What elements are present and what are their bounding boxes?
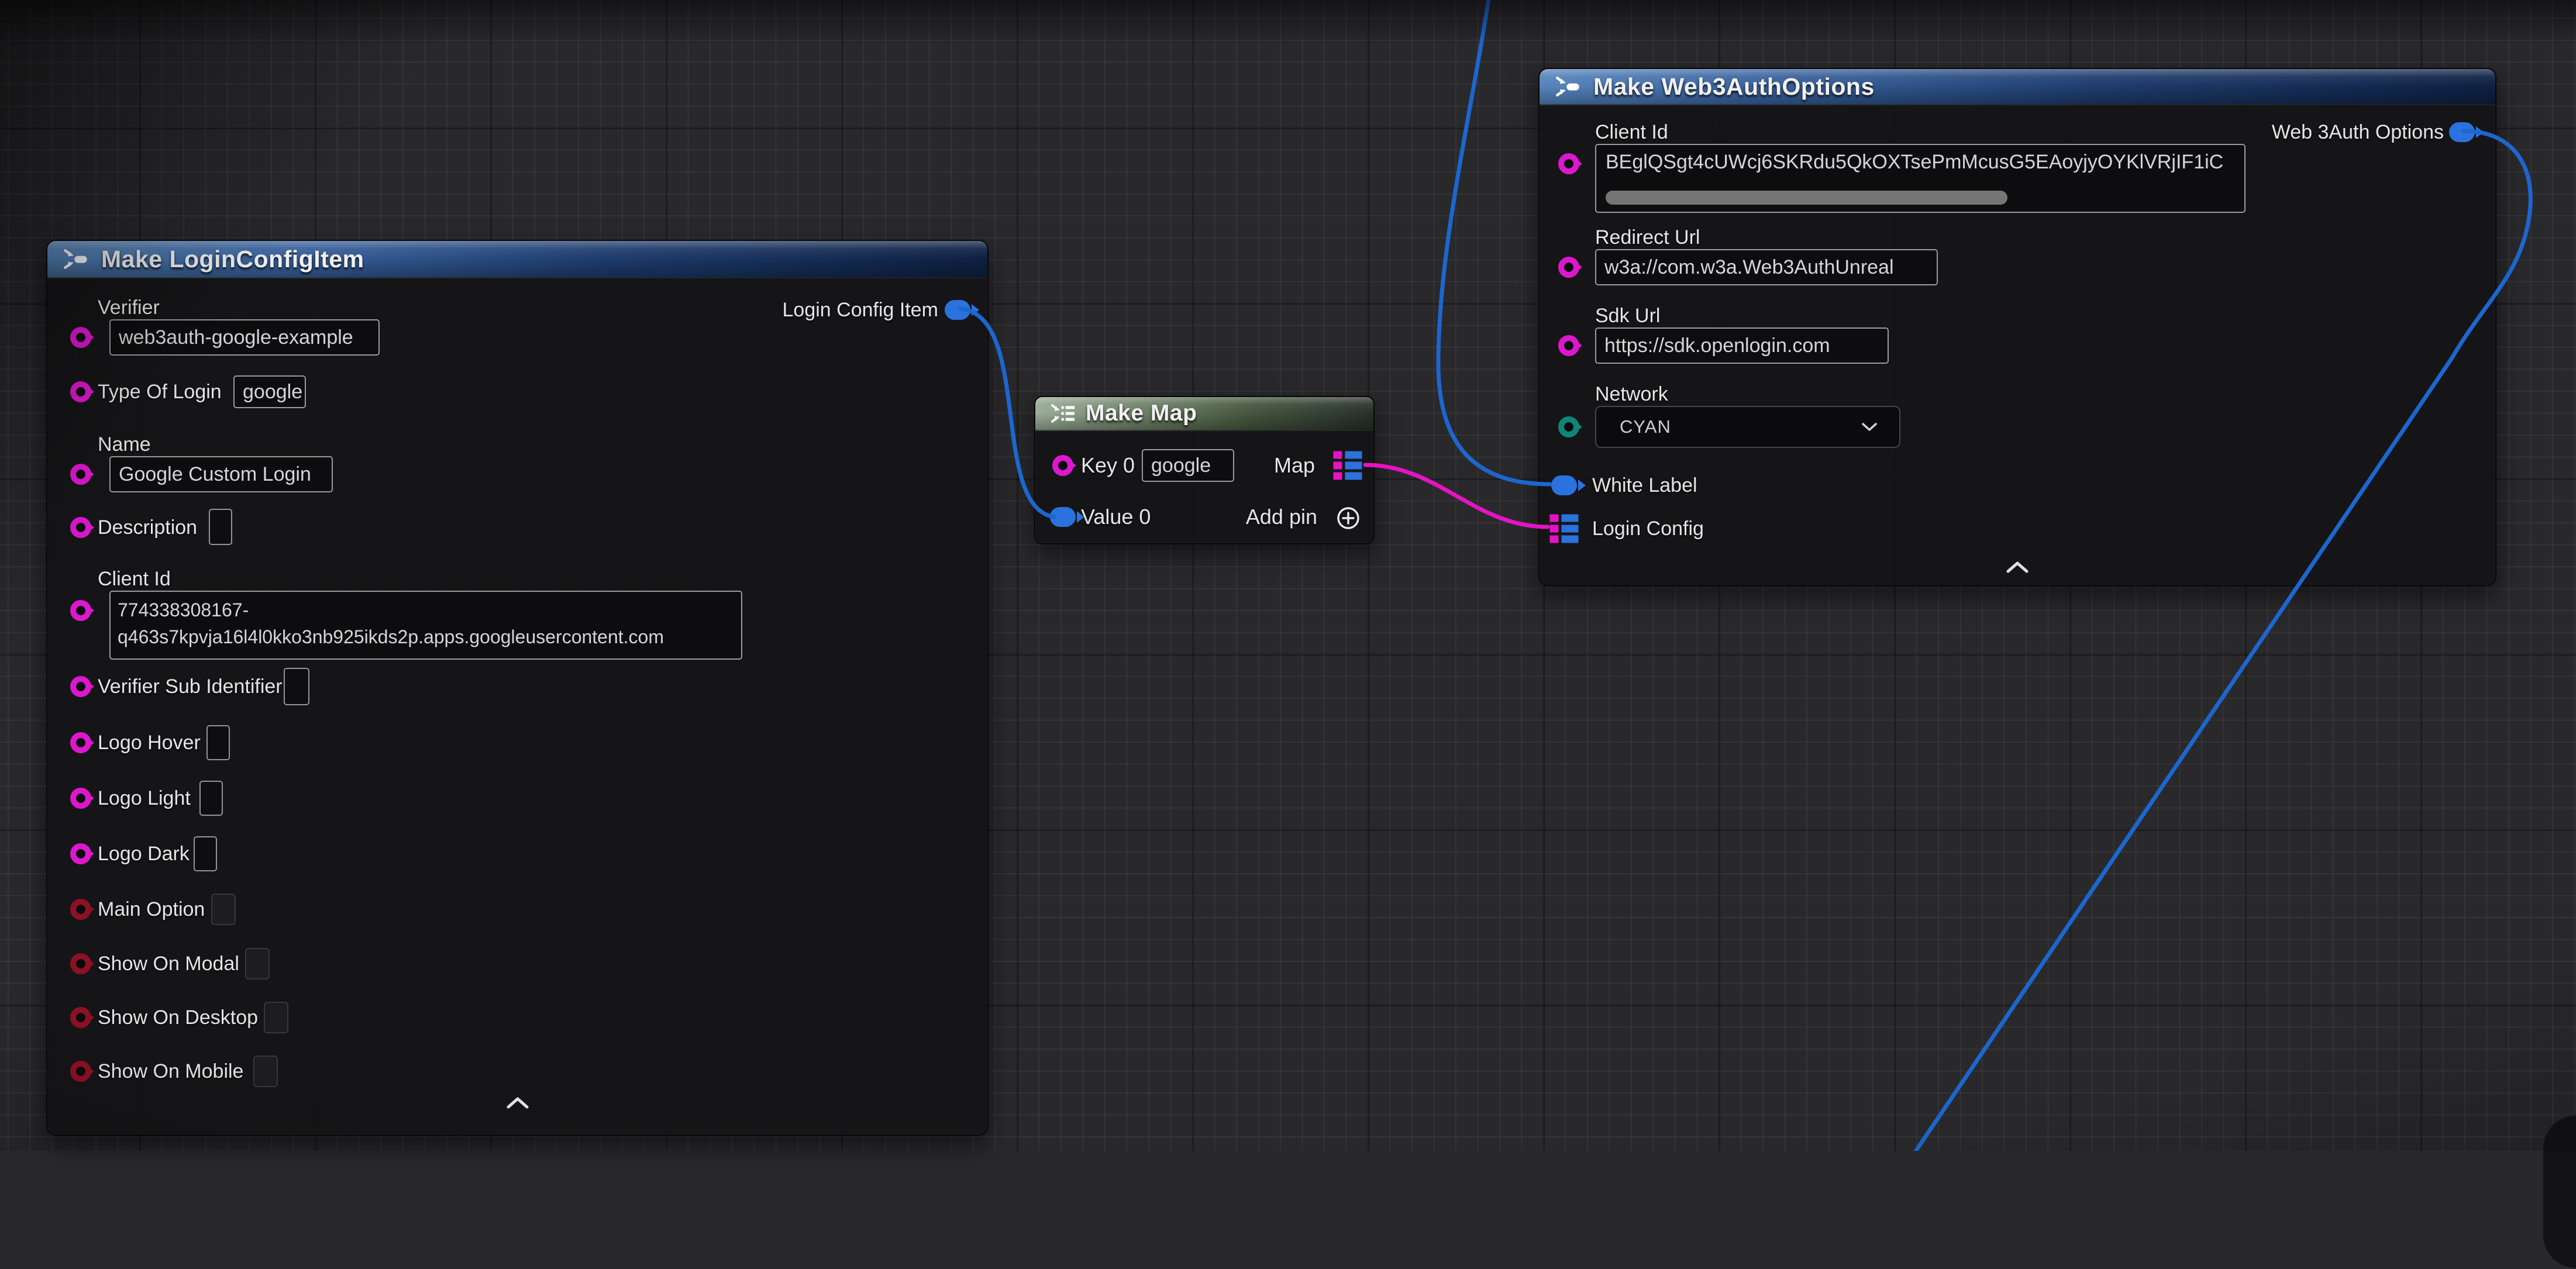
show-on-desktop-checkbox[interactable]: [264, 1002, 288, 1033]
add-pin-label: Add pin: [1246, 504, 1317, 530]
pin-label-show-on-mobile: Show On Mobile: [98, 1058, 243, 1084]
client-id-input[interactable]: 774338308167-q463s7kpvja16l4l0kko3nb925i…: [109, 591, 742, 660]
chevron-down-icon: [1861, 422, 1878, 432]
pin-label-key-0: Key 0: [1081, 453, 1135, 478]
pin-label-value-0: Value 0: [1081, 504, 1151, 530]
input-pin-network[interactable]: [1558, 416, 1579, 437]
offscreen-node-corner: [2542, 1115, 2576, 1269]
redirect-url-input[interactable]: w3a://com.w3a.Web3AuthUnreal: [1595, 249, 1938, 285]
pin-label-show-on-desktop: Show On Desktop: [98, 1005, 258, 1030]
sdk-url-input[interactable]: https://sdk.openlogin.com: [1595, 327, 1889, 364]
pin-label-logo-dark: Logo Dark: [98, 841, 190, 867]
node-make-map: Make Map Key 0 google Map Value 0 Add pi…: [1034, 396, 1375, 544]
pin-label-name: Name: [98, 432, 151, 457]
show-on-modal-checkbox[interactable]: [245, 948, 270, 980]
input-pin-logo-hover[interactable]: [70, 732, 91, 753]
pin-label-login-config-item: Login Config Item: [783, 297, 939, 323]
pin-label-sdk-url: Sdk Url: [1595, 303, 1660, 329]
pin-label-verifier: Verifier: [98, 295, 160, 320]
node-make-loginconfigitem: Make LoginConfigItem Login Config Item V…: [46, 240, 989, 1136]
input-pin-key-0[interactable]: [1052, 455, 1073, 476]
input-pin-show-on-modal[interactable]: [70, 953, 91, 974]
pin-label-client-id: Client Id: [98, 566, 171, 592]
input-pin-name[interactable]: [70, 464, 91, 485]
verifier-input[interactable]: web3auth-google-example: [109, 319, 380, 356]
input-pin-client-id[interactable]: [1558, 153, 1579, 174]
pin-label-white-label: White Label: [1592, 473, 1697, 498]
description-input[interactable]: [209, 509, 232, 545]
node-header-make-map[interactable]: Make Map: [1035, 397, 1373, 431]
pin-label-verifier-sub-identifier: Verifier Sub Identifier: [98, 674, 283, 699]
pin-label-network: Network: [1595, 381, 1668, 407]
pin-label-web3auth-options: Web 3Auth Options: [2272, 119, 2444, 145]
pin-label-redirect-url: Redirect Url: [1595, 225, 1700, 250]
pin-label-logo-light: Logo Light: [98, 785, 191, 811]
input-pin-show-on-desktop[interactable]: [70, 1007, 91, 1028]
input-pin-logo-dark[interactable]: [70, 843, 91, 864]
type-of-login-input[interactable]: google: [233, 375, 306, 408]
input-pin-redirect-url[interactable]: [1558, 257, 1579, 278]
network-dropdown-value: CYAN: [1620, 416, 1671, 437]
node-header-make-loginconfigitem[interactable]: Make LoginConfigItem: [47, 241, 987, 278]
pin-label-type-of-login: Type Of Login: [98, 379, 222, 405]
pin-label-login-config: Login Config: [1592, 516, 1704, 542]
pin-label-map: Map: [1274, 453, 1315, 478]
input-pin-show-on-mobile[interactable]: [70, 1061, 91, 1082]
pin-label-show-on-modal: Show On Modal: [98, 951, 239, 977]
input-pin-type-of-login[interactable]: [70, 381, 91, 402]
input-pin-sdk-url[interactable]: [1558, 335, 1579, 356]
collapse-node-button[interactable]: [505, 1096, 531, 1110]
node-title: Make LoginConfigItem: [101, 246, 364, 273]
name-input[interactable]: Google Custom Login: [109, 456, 333, 492]
input-pin-verifier-sub-identifier[interactable]: [70, 676, 91, 697]
logo-light-input[interactable]: [199, 781, 223, 816]
input-pin-verifier[interactable]: [70, 327, 91, 348]
client-id-input[interactable]: BEglQSgt4cUWcj6SKRdu5QkOXTsePmMcusG5EAoy…: [1595, 144, 2246, 213]
node-title: Make Web3AuthOptions: [1593, 73, 1875, 101]
make-struct-icon: [1555, 75, 1582, 98]
main-option-checkbox[interactable]: [211, 894, 236, 925]
add-pin-button[interactable]: [1336, 506, 1361, 530]
input-pin-login-config[interactable]: [1550, 515, 1579, 543]
input-pin-logo-light[interactable]: [70, 788, 91, 809]
node-header-make-web3authoptions[interactable]: Make Web3AuthOptions: [1540, 69, 2495, 105]
logo-dark-input[interactable]: [194, 836, 217, 871]
key-0-input[interactable]: google: [1142, 449, 1234, 482]
logo-hover-input[interactable]: [206, 725, 230, 760]
client-id-text: BEglQSgt4cUWcj6SKRdu5QkOXTsePmMcusG5EAoy…: [1596, 145, 2244, 174]
make-map-icon: [1051, 402, 1076, 425]
collapse-node-button[interactable]: [2005, 560, 2030, 574]
verifier-sub-identifier-input[interactable]: [284, 668, 309, 705]
pin-label-description: Description: [98, 515, 197, 540]
client-id-scrollbar[interactable]: [1606, 191, 2007, 205]
make-struct-icon: [63, 247, 89, 271]
pin-label-main-option: Main Option: [98, 896, 205, 922]
input-pin-client-id[interactable]: [70, 600, 91, 621]
output-pin-map[interactable]: [1334, 451, 1362, 480]
network-dropdown[interactable]: CYAN: [1595, 406, 1900, 448]
input-pin-description[interactable]: [70, 517, 91, 538]
pin-label-logo-hover: Logo Hover: [98, 730, 201, 756]
input-pin-white-label[interactable]: [1551, 475, 1577, 495]
input-pin-main-option[interactable]: [70, 899, 91, 920]
pin-label-client-id: Client Id: [1595, 119, 1668, 145]
node-title: Make Map: [1086, 401, 1197, 426]
show-on-mobile-checkbox[interactable]: [253, 1056, 278, 1087]
